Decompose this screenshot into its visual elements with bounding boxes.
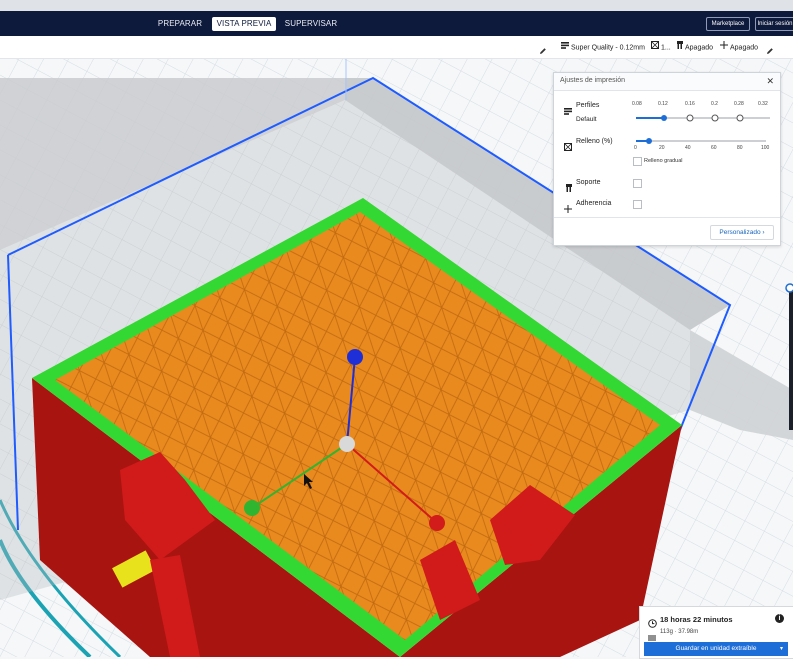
info-icon[interactable]: i [775,614,784,623]
save-to-removable-button[interactable]: Guardar en unidad extraíble ▾ [644,642,788,656]
stage-tab-prepare[interactable]: PREPARAR [150,17,210,31]
layers-icon [561,41,569,54]
adhesion-icon [564,200,572,218]
gradual-infill-label: Relleno gradual [644,158,683,164]
panel-title: Ajustes de impresión [560,77,625,84]
infill-tick: 60 [711,145,717,151]
support-label: Soporte [576,179,601,186]
layer-height-tick: 0.16 [685,101,695,107]
infill-label: Relleno (%) [576,138,613,145]
support-summary-text: Apagado [685,44,714,52]
layer-height-tick: 0.12 [658,101,668,107]
profile-value[interactable]: Default [576,116,597,123]
infill-summary-text: 1... [661,44,671,52]
settings-toolbar: Super Quality - 0.12mm 1... Apagado Apag… [0,36,793,59]
panel-divider [554,217,780,218]
pencil-icon[interactable] [539,42,547,60]
support-checkbox[interactable] [633,179,642,188]
infill-summary[interactable]: 1... [651,41,671,54]
sign-in-button[interactable]: Iniciar sesión [755,17,793,31]
stage-tab-monitor[interactable]: SUPERVISAR [278,17,344,31]
chevron-down-icon[interactable]: ▾ [780,642,783,656]
panel-header: Ajustes de impresión ✕ [554,73,780,91]
adhesion-checkbox[interactable] [633,200,642,209]
profiles-label: Perfiles [576,102,600,109]
layer-height-tick: 0.2 [711,101,718,107]
custom-settings-button[interactable]: Personalizado › [710,225,774,240]
save-to-removable-label: Guardar en unidad extraíble [675,645,757,652]
infill-icon [651,41,659,54]
layer-height-tick: 0.08 [632,101,642,107]
adhesion-label: Adherencia [576,200,612,207]
profile-summary[interactable]: Super Quality - 0.12mm [561,41,645,54]
adhesion-icon [720,41,728,54]
close-icon[interactable]: ✕ [766,76,774,87]
layers-icon [564,102,572,120]
infill-slider[interactable] [634,136,769,146]
layer-height-tick: 0.32 [758,101,768,107]
custom-settings-label: Personalizado [719,229,761,236]
infill-tick: 20 [659,145,665,151]
infill-icon [564,138,572,156]
adhesion-summary[interactable]: Apagado [720,41,758,54]
job-specs-panel: 18 horas 22 minutos i 113g · 37.98m Guar… [639,606,793,659]
infill-tick: 80 [737,145,743,151]
support-icon [564,179,572,197]
marketplace-button[interactable]: Marketplace [706,17,750,31]
adhesion-summary-text: Apagado [730,44,759,52]
infill-tick: 100 [761,145,770,151]
gradual-infill-checkbox[interactable] [633,157,642,166]
support-icon [675,41,683,54]
print-time: 18 horas 22 minutos [660,615,733,624]
layer-height-slider[interactable] [634,113,774,123]
infill-tick: 40 [685,145,691,151]
infill-tick: 0 [634,145,637,151]
profile-summary-text: Super Quality - 0.12mm [571,44,645,52]
layer-height-tick: 0.28 [734,101,744,107]
stage-tab-preview[interactable]: VISTA PREVIA [212,17,276,31]
material-usage: 113g · 37.98m [660,629,699,635]
print-settings-panel: Ajustes de impresión ✕ Perfiles Default … [553,72,781,246]
support-summary[interactable]: Apagado [675,41,713,54]
app-header: PREPARAR VISTA PREVIA SUPERVISAR Marketp… [0,11,793,36]
pencil-icon[interactable] [766,42,774,60]
